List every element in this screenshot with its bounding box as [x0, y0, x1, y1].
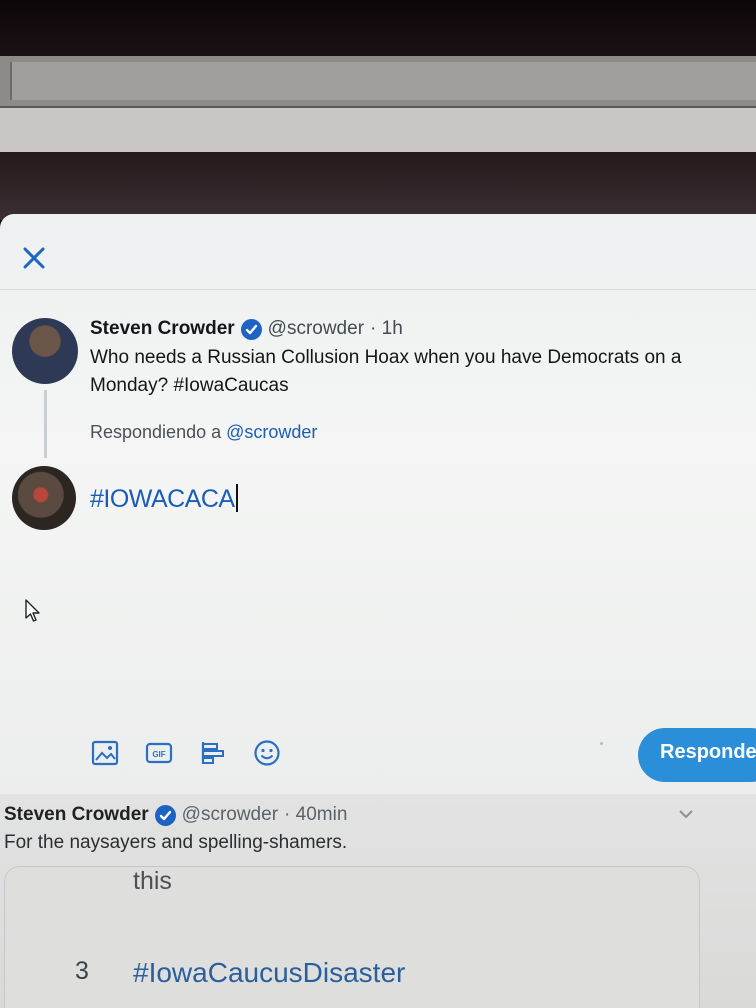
original-tweet-time: · 1h [370, 318, 403, 339]
compose-text: #IOWACACA [90, 485, 235, 513]
browser-address-area [10, 62, 756, 100]
original-tweet-text: Who needs a Russian Collusion Hoax when … [90, 347, 682, 396]
original-tweet-header: Steven Crowder @scrowder · 1h [90, 318, 403, 340]
reply-modal: Steven Crowder @scrowder · 1h Who needs … [0, 214, 756, 794]
background-author-name[interactable]: Steven Crowder [4, 804, 149, 826]
background-tweet-time: · 40min [284, 804, 348, 825]
text-caret [235, 484, 238, 512]
browser-chrome [0, 56, 756, 108]
embed-text-line: this [133, 867, 172, 895]
page-overlay [0, 152, 756, 220]
reply-submit-button[interactable]: Responder [638, 728, 756, 782]
mouse-pointer-icon [25, 599, 40, 622]
thread-connector [44, 390, 47, 458]
chevron-down-icon[interactable] [678, 808, 694, 820]
image-icon[interactable] [90, 738, 120, 768]
original-author-name[interactable]: Steven Crowder [90, 318, 235, 340]
background-tweet-header: Steven Crowder @scrowder · 40min [4, 804, 347, 826]
background-tweet-text: For the naysayers and spelling-shamers. [4, 832, 348, 853]
verified-badge-icon [154, 804, 176, 826]
browser-toolbar-strip [0, 108, 756, 152]
replying-to-handle-link[interactable]: @scrowder [226, 422, 317, 442]
verified-badge-icon [240, 318, 262, 340]
modal-header [0, 214, 756, 290]
original-author-handle[interactable]: @scrowder [268, 318, 364, 340]
embed-hashtag: #IowaCaucusDisaster [133, 957, 406, 988]
user-avatar [12, 466, 76, 530]
background-author-handle[interactable]: @scrowder [182, 804, 278, 826]
embed-rank-number: 3 [75, 957, 89, 985]
replying-to-prefix: Respondiendo a [90, 422, 222, 442]
character-counter-dot [600, 742, 603, 745]
screen-bezel [0, 0, 756, 60]
embedded-image-card[interactable]: this 3 #IowaCaucusDisaster [4, 866, 700, 1008]
emoji-icon[interactable] [252, 738, 282, 768]
original-author-avatar[interactable] [12, 318, 78, 384]
reply-compose-input[interactable]: #IOWACACA [90, 484, 238, 514]
gif-icon[interactable]: GIF [144, 738, 174, 768]
compose-toolbar: GIF [90, 738, 282, 768]
background-tweet[interactable]: Steven Crowder @scrowder · 40min For the… [0, 794, 756, 1008]
close-icon[interactable] [20, 244, 48, 272]
gif-label: GIF [152, 750, 165, 759]
poll-icon[interactable] [198, 738, 228, 768]
replying-to-line: Respondiendo a @scrowder [90, 422, 317, 443]
